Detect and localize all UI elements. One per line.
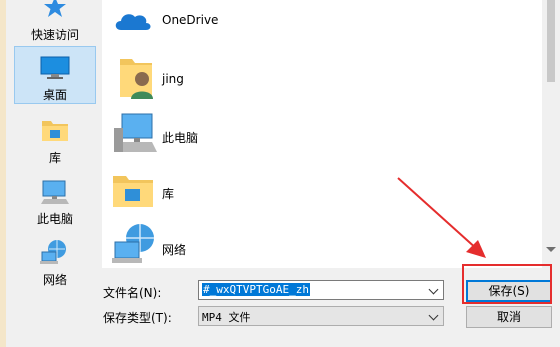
nav-item-quick-access[interactable]: 快速访问: [14, 0, 96, 42]
nav-item-label: 桌面: [42, 88, 67, 102]
nav-item-label: 库: [48, 151, 61, 165]
nav-item-label: 快速访问: [30, 28, 79, 42]
filetype-label: 保存类型(T):: [103, 311, 172, 325]
filename-label: 文件名(N):: [103, 286, 162, 300]
navigation-pane: 快速访问 桌面 库 此电脑 网络: [6, 0, 102, 287]
network-icon: [112, 222, 158, 269]
onedrive-icon: [112, 8, 152, 35]
list-item-name: 此电脑: [162, 131, 199, 145]
filename-input[interactable]: #_wxQTVPTGoAE_zh: [202, 283, 310, 296]
filetype-select[interactable]: MP4 文件: [198, 306, 444, 326]
nav-item-network[interactable]: 网络: [14, 232, 96, 290]
scroll-down-arrow-icon[interactable]: [546, 247, 556, 252]
nav-item-this-pc[interactable]: 此电脑: [14, 172, 96, 230]
star-icon: [42, 0, 68, 22]
highlight-box: [462, 264, 552, 304]
nav-item-library[interactable]: 库: [14, 110, 96, 168]
scrollbar-thumb[interactable]: [547, 0, 555, 82]
nav-item-desktop[interactable]: 桌面: [14, 46, 96, 104]
list-item-name: 库: [162, 187, 175, 201]
list-item-user-folder[interactable]: jing: [102, 48, 542, 108]
library-icon: [41, 116, 69, 145]
filetype-value: MP4 文件: [202, 311, 251, 324]
nav-item-label: 网络: [42, 273, 67, 287]
user-folder-icon: [112, 53, 156, 104]
cancel-button[interactable]: 取消: [466, 306, 552, 328]
list-item-name: jing: [162, 72, 184, 86]
desktop-icon: [40, 56, 70, 83]
network-icon: [40, 239, 70, 268]
list-item-onedrive[interactable]: OneDrive: [102, 0, 542, 50]
library-icon: [112, 172, 154, 211]
chevron-down-icon[interactable]: [428, 284, 439, 295]
computer-icon: [112, 112, 158, 159]
nav-item-label: 此电脑: [36, 212, 73, 226]
filename-combobox[interactable]: #_wxQTVPTGoAE_zh: [198, 280, 444, 300]
list-item-name: OneDrive: [162, 13, 219, 27]
computer-icon: [40, 179, 70, 208]
chevron-down-icon[interactable]: [428, 310, 439, 321]
save-dialog: 快速访问 桌面 库 此电脑 网络 OneDrive jing 此电脑 库 网络 …: [0, 0, 560, 347]
file-list: OneDrive jing 此电脑 库 网络: [102, 0, 542, 268]
list-item-library[interactable]: 库: [102, 160, 542, 220]
list-item-this-pc[interactable]: 此电脑: [102, 104, 542, 164]
list-item-name: 网络: [162, 243, 187, 257]
vertical-scrollbar[interactable]: [542, 0, 560, 268]
